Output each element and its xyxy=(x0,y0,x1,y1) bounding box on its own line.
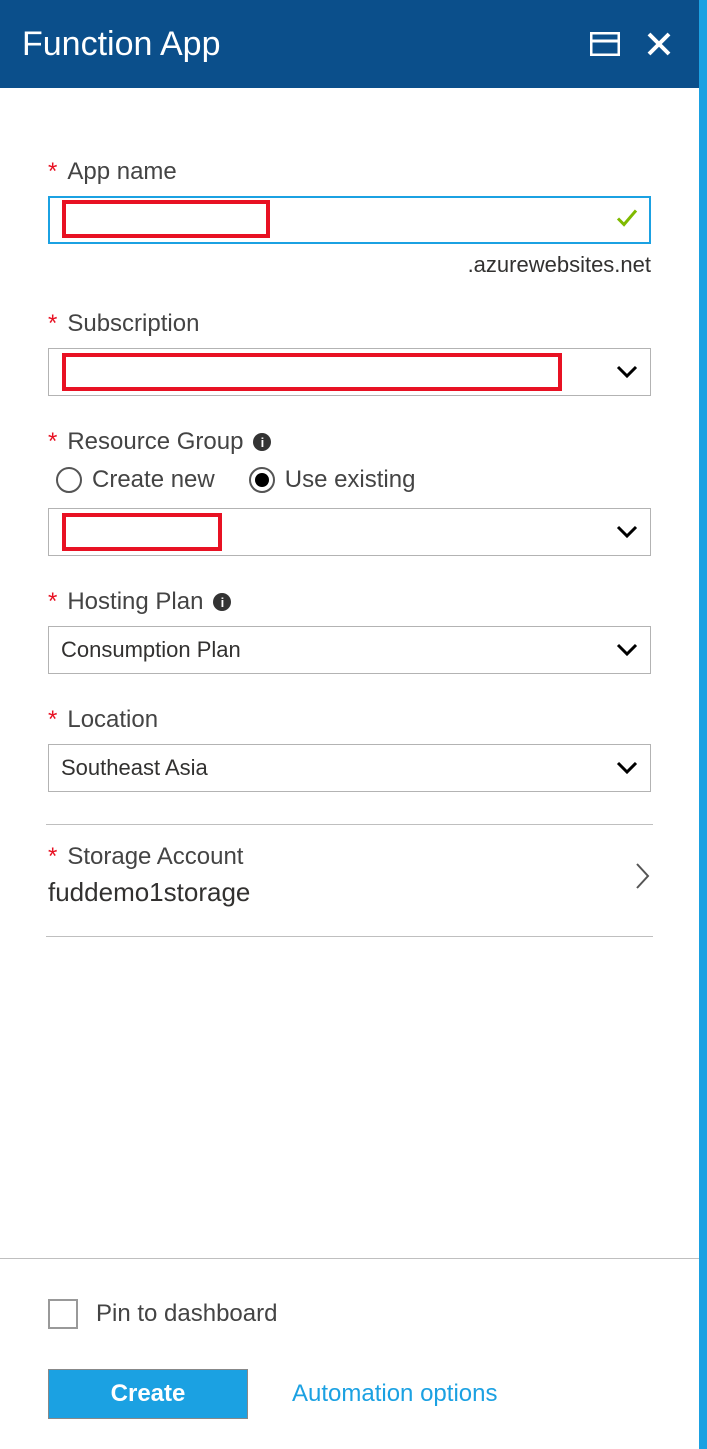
create-button[interactable]: Create xyxy=(48,1369,248,1419)
subscription-select-wrap xyxy=(48,348,651,396)
field-subscription: * Subscription xyxy=(48,310,651,396)
field-hosting-plan: * Hosting Plan i Consumption Plan xyxy=(48,588,651,674)
app-name-suffix: .azurewebsites.net xyxy=(48,252,651,278)
chevron-down-icon xyxy=(616,365,638,379)
label-text: Subscription xyxy=(67,310,199,338)
field-location: * Location Southeast Asia xyxy=(48,706,651,792)
label-text: Hosting Plan xyxy=(67,588,203,616)
radio-circle xyxy=(56,467,82,493)
label-resource-group: * Resource Group i xyxy=(48,428,651,456)
maximize-icon[interactable] xyxy=(587,26,623,62)
radio-use-existing[interactable]: Use existing xyxy=(249,466,416,494)
chevron-right-icon xyxy=(635,862,651,890)
required-asterisk: * xyxy=(48,430,57,454)
check-icon xyxy=(615,206,639,235)
field-app-name: * App name .azurewebsites.net xyxy=(48,158,651,278)
field-resource-group: * Resource Group i Create new Use existi… xyxy=(48,428,651,556)
storage-account-text: * Storage Account fuddemo1storage xyxy=(48,843,635,908)
radio-circle xyxy=(249,467,275,493)
label-subscription: * Subscription xyxy=(48,310,651,338)
storage-account-row[interactable]: * Storage Account fuddemo1storage xyxy=(48,825,651,936)
label-text: Location xyxy=(67,706,158,734)
required-asterisk: * xyxy=(48,312,57,336)
radio-create-new[interactable]: Create new xyxy=(56,466,215,494)
select-value: Southeast Asia xyxy=(61,755,208,781)
resource-group-select[interactable] xyxy=(48,508,651,556)
required-asterisk: * xyxy=(48,708,57,732)
divider xyxy=(46,936,653,937)
label-text: Storage Account xyxy=(67,843,243,871)
blade-footer: Pin to dashboard Create Automation optio… xyxy=(0,1259,699,1449)
pin-checkbox[interactable] xyxy=(48,1299,78,1329)
required-asterisk: * xyxy=(48,160,57,184)
automation-options-link[interactable]: Automation options xyxy=(292,1380,497,1408)
blade-header: Function App xyxy=(0,0,699,88)
chevron-down-icon xyxy=(616,525,638,539)
chevron-down-icon xyxy=(616,643,638,657)
radio-dot xyxy=(255,473,269,487)
label-storage-account: * Storage Account xyxy=(48,843,635,871)
close-icon[interactable] xyxy=(641,26,677,62)
select-value: Consumption Plan xyxy=(61,637,241,663)
storage-account-value: fuddemo1storage xyxy=(48,877,635,908)
hosting-plan-select[interactable]: Consumption Plan xyxy=(48,626,651,674)
blade-content: * App name .azurewebsites.net * Subscrip… xyxy=(0,88,699,1258)
app-name-input-wrap xyxy=(48,196,651,244)
label-text: Resource Group xyxy=(67,428,243,456)
label-hosting-plan: * Hosting Plan i xyxy=(48,588,651,616)
info-icon[interactable]: i xyxy=(213,593,231,611)
required-asterisk: * xyxy=(48,845,57,869)
info-icon[interactable]: i xyxy=(253,433,271,451)
label-app-name: * App name xyxy=(48,158,651,186)
location-select[interactable]: Southeast Asia xyxy=(48,744,651,792)
footer-actions: Create Automation options xyxy=(48,1369,651,1419)
pin-to-dashboard-row: Pin to dashboard xyxy=(48,1299,651,1329)
blade-title: Function App xyxy=(22,25,587,64)
required-asterisk: * xyxy=(48,590,57,614)
label-location: * Location xyxy=(48,706,651,734)
chevron-down-icon xyxy=(616,761,638,775)
radio-label: Create new xyxy=(92,466,215,494)
header-actions xyxy=(587,26,677,62)
function-app-blade: Function App * App name .a xyxy=(0,0,707,1449)
label-text: App name xyxy=(67,158,176,186)
subscription-select[interactable] xyxy=(48,348,651,396)
radio-label: Use existing xyxy=(285,466,416,494)
app-name-input[interactable] xyxy=(48,196,651,244)
resource-group-select-wrap xyxy=(48,508,651,556)
resource-group-mode: Create new Use existing xyxy=(56,466,651,494)
pin-label: Pin to dashboard xyxy=(96,1300,277,1328)
